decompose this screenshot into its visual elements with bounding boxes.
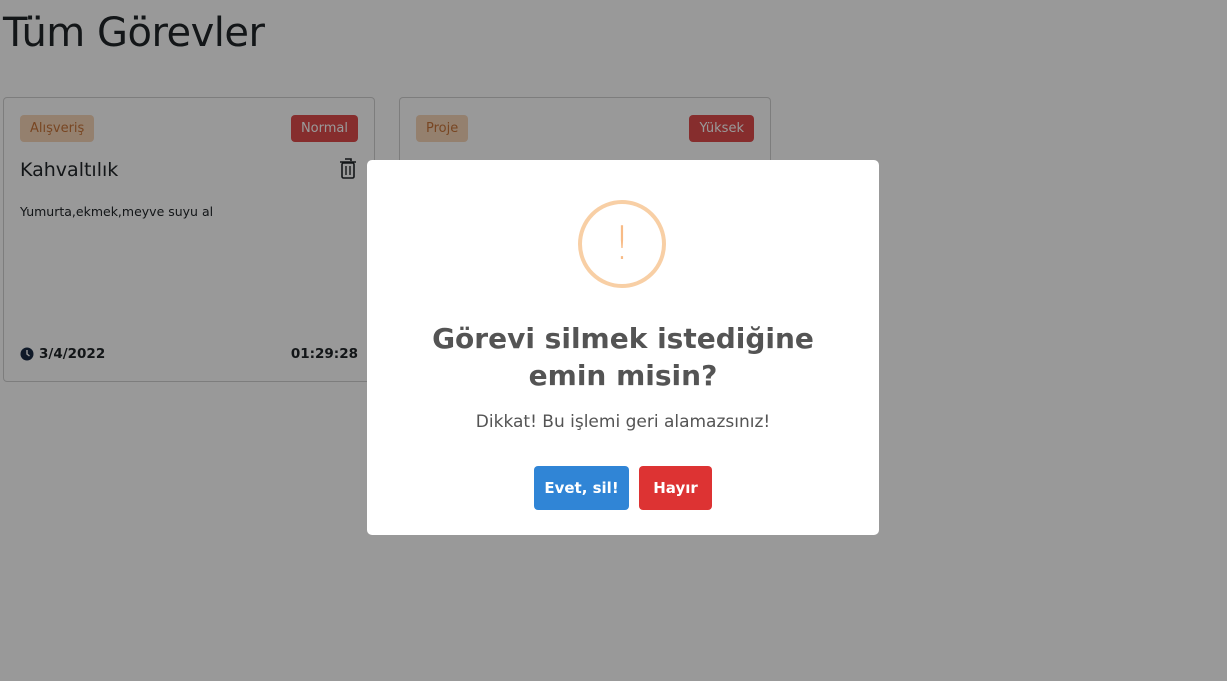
warning-exclamation-mark: ! [612, 216, 632, 270]
confirm-delete-dialog: ! Görevi silmek istediğine emin misin? D… [367, 160, 879, 535]
dialog-title: Görevi silmek istediğine emin misin? [432, 322, 814, 392]
dialog-text: Dikkat! Bu işlemi geri alamazsınız! [475, 412, 771, 432]
warning-icon: ! [578, 200, 666, 288]
cancel-button[interactable]: Hayır [639, 466, 712, 510]
confirm-delete-button[interactable]: Evet, sil! [534, 466, 629, 510]
